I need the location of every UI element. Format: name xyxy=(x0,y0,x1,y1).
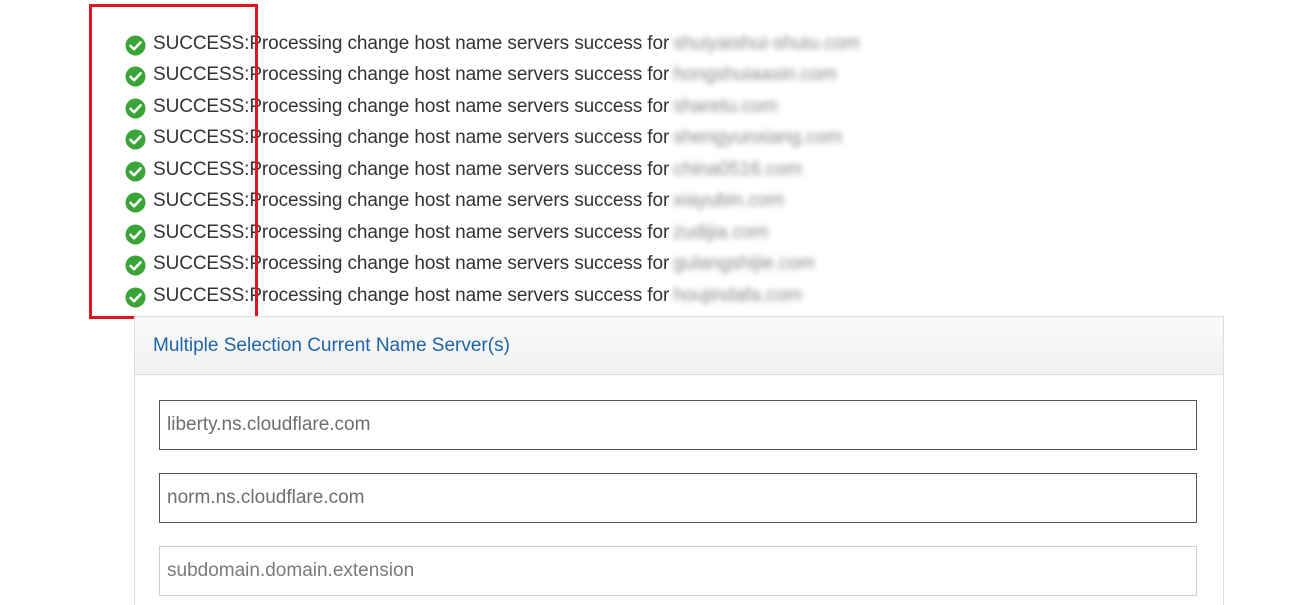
success-message-list: SUCCESS: Processing change host name ser… xyxy=(125,28,860,312)
success-message: SUCCESS: Processing change host name ser… xyxy=(125,28,860,60)
check-circle-icon xyxy=(125,255,146,276)
success-message: SUCCESS: Processing change host name ser… xyxy=(125,60,860,92)
name-server-2-input[interactable] xyxy=(159,473,1197,523)
message-status: SUCCESS: xyxy=(153,221,250,243)
check-circle-icon xyxy=(125,98,146,119)
message-status: SUCCESS: xyxy=(153,32,250,54)
message-text: Processing change host name servers succ… xyxy=(249,158,670,180)
message-domain: gulangshijie.com xyxy=(673,253,815,275)
message-status: SUCCESS: xyxy=(153,64,250,86)
check-circle-icon xyxy=(125,35,146,56)
message-text: Processing change host name servers succ… xyxy=(249,64,670,86)
message-text: Processing change host name servers succ… xyxy=(249,127,670,149)
name-server-1-input[interactable] xyxy=(159,400,1197,450)
check-circle-icon xyxy=(125,161,146,182)
message-text: Processing change host name servers succ… xyxy=(249,221,670,243)
check-circle-icon xyxy=(125,287,146,308)
message-text: Processing change host name servers succ… xyxy=(249,190,670,212)
message-status: SUCCESS: xyxy=(153,158,250,180)
success-message: SUCCESS: Processing change host name ser… xyxy=(125,91,860,123)
check-circle-icon xyxy=(125,224,146,245)
check-circle-icon xyxy=(125,192,146,213)
success-message: SUCCESS: Processing change host name ser… xyxy=(125,217,860,249)
message-domain: zudijia.com xyxy=(673,221,769,243)
message-domain: china0516.com xyxy=(673,158,803,180)
name-servers-panel: Multiple Selection Current Name Server(s… xyxy=(134,316,1224,605)
message-domain: sharetu.com xyxy=(673,95,778,117)
check-circle-icon xyxy=(125,129,146,150)
success-message: SUCCESS: Processing change host name ser… xyxy=(125,154,860,186)
name-server-3-input[interactable] xyxy=(159,546,1197,596)
message-text: Processing change host name servers succ… xyxy=(249,32,670,54)
message-domain: hongshuiaaxin.com xyxy=(673,64,837,86)
message-status: SUCCESS: xyxy=(153,127,250,149)
message-status: SUCCESS: xyxy=(153,284,250,306)
message-domain: shengyunxiang.com xyxy=(673,127,843,149)
message-text: Processing change host name servers succ… xyxy=(249,284,670,306)
message-domain: houjindafa.com xyxy=(673,284,803,306)
message-text: Processing change host name servers succ… xyxy=(249,253,670,275)
panel-header: Multiple Selection Current Name Server(s… xyxy=(135,317,1223,375)
message-domain: shuiyaishui-shuiu.com xyxy=(673,32,861,54)
page: SUCCESS: Processing change host name ser… xyxy=(0,0,1292,605)
message-domain: xiayubin.com xyxy=(673,190,785,212)
message-text: Processing change host name servers succ… xyxy=(249,95,670,117)
message-status: SUCCESS: xyxy=(153,190,250,212)
message-status: SUCCESS: xyxy=(153,253,250,275)
success-message: SUCCESS: Processing change host name ser… xyxy=(125,123,860,155)
success-message: SUCCESS: Processing change host name ser… xyxy=(125,186,860,218)
check-circle-icon xyxy=(125,66,146,87)
success-message: SUCCESS: Processing change host name ser… xyxy=(125,280,860,312)
panel-title: Multiple Selection Current Name Server(s… xyxy=(153,334,510,356)
message-status: SUCCESS: xyxy=(153,95,250,117)
success-message: SUCCESS: Processing change host name ser… xyxy=(125,249,860,281)
